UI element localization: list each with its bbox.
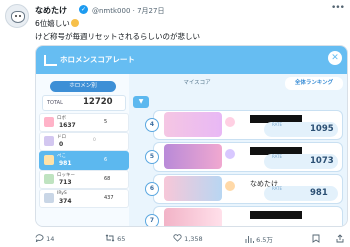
avatar[interactable]: [5, 4, 29, 28]
character-score: 1637: [59, 122, 76, 129]
total-label: TOTAL: [47, 100, 63, 106]
views-icon: [245, 236, 254, 243]
player-card-art: [164, 176, 222, 201]
like-button[interactable]: 1,358: [173, 234, 203, 243]
character-rank: 0: [93, 138, 96, 143]
tab-my-score: マイスコア: [183, 80, 211, 86]
character-name: IRyS: [57, 191, 67, 196]
reply-button[interactable]: 14: [35, 234, 54, 243]
character-name: ロッキー: [57, 173, 75, 178]
views-button[interactable]: 6.5万: [245, 234, 273, 244]
redacted-player-name: [250, 211, 302, 219]
character-row: ドロ 0 0: [39, 132, 129, 151]
character-rank: 6: [104, 157, 108, 163]
character-name: ぺこ: [57, 154, 66, 159]
view-count: 6.5万: [256, 236, 273, 244]
ranking-row: 5 RATE 1073: [145, 142, 343, 172]
tweet-text-line1: 6位嬉しい: [35, 18, 79, 29]
player-card-art: [164, 144, 222, 169]
bookmark-icon: [312, 234, 320, 243]
character-rank: 5: [104, 119, 108, 125]
character-score: 374: [59, 198, 72, 205]
avatar-face: [11, 11, 25, 23]
like-count: 1,358: [184, 235, 203, 243]
total-value: 12720: [83, 97, 113, 107]
player-card-art: [164, 208, 222, 226]
verified-badge-icon: ✓: [79, 5, 88, 14]
holomen-tab: ホロメン別: [50, 81, 116, 92]
character-row: ロッキー 713 68: [39, 170, 129, 189]
character-portrait: [44, 174, 54, 184]
tweet-actions: 14 65 1,358 6.5万: [35, 231, 350, 245]
rank-number: 4: [145, 118, 159, 132]
character-row: ロボ 1637 5: [39, 113, 129, 132]
rank-number: 6: [145, 182, 159, 196]
player-icon: [225, 117, 235, 127]
rate-label: RATE: [272, 154, 283, 159]
filter-icon: ▼: [133, 96, 149, 108]
game-header: ホロメンスコアレート ✕: [36, 46, 347, 74]
rate-value: 981: [310, 188, 328, 198]
character-name: ドロ: [57, 135, 66, 140]
attached-image[interactable]: ホロメンスコアレート ✕ ホロメン別 TOTAL 12720 ロボ 1637 5…: [35, 45, 348, 227]
ranking-row: 6 なめたけ RATE 981: [145, 174, 343, 204]
reply-count: 14: [46, 235, 55, 243]
character-portrait: [44, 155, 54, 165]
retweet-count: 65: [117, 235, 126, 243]
handle-and-date[interactable]: @nmtk000 · 7月27日: [92, 6, 164, 16]
retweet-button[interactable]: 65: [105, 234, 125, 243]
player-card-art: [164, 112, 222, 137]
bookmark-button[interactable]: [312, 234, 320, 244]
player-icon: [225, 149, 235, 159]
rate-label: RATE: [272, 122, 283, 127]
ranking-row: 7: [145, 206, 343, 226]
rate-value: 1095: [310, 124, 334, 134]
rate-value: 1073: [310, 156, 334, 166]
rank-number: 7: [145, 214, 159, 226]
character-panel: ホロメン別 TOTAL 12720 ロボ 1637 5 ドロ 0 0 ぺこ 98…: [36, 74, 129, 226]
character-portrait: [44, 136, 54, 146]
character-rank: 68: [104, 176, 111, 182]
rank-number: 5: [145, 150, 159, 164]
tweet-text-line2: けど称号が毎週リセットされるらしいのが悲しい: [35, 32, 200, 41]
more-options-icon[interactable]: •••: [331, 3, 345, 13]
character-score: 0: [59, 141, 64, 148]
character-rank: 437: [104, 195, 114, 201]
character-portrait: [44, 193, 54, 203]
total-score: TOTAL 12720: [42, 95, 126, 111]
character-name: ロボ: [57, 116, 66, 121]
share-button[interactable]: [336, 234, 344, 244]
heart-icon: [173, 234, 182, 242]
chart-icon: [44, 55, 57, 66]
character-row: IRyS 374 437: [39, 189, 129, 208]
share-icon: [336, 234, 344, 243]
tab-all-ranking: 全体ランキング: [285, 77, 343, 90]
character-score: 713: [59, 179, 72, 186]
player-icon: [225, 181, 235, 191]
rate-label: RATE: [272, 186, 283, 191]
character-score: 981: [59, 160, 72, 167]
ranking-row: 4 RATE 1095: [145, 110, 343, 140]
retweet-icon: [105, 234, 115, 242]
display-name[interactable]: なめたけ: [35, 5, 67, 16]
close-icon: ✕: [328, 51, 342, 65]
character-row-selected: ぺこ 981 6: [39, 151, 129, 170]
ranking-panel: マイスコア 全体ランキング ▼ 4 RATE 1095 5 RATE 1073 …: [129, 74, 347, 226]
smile-emoji-icon: [70, 19, 79, 27]
reply-icon: [35, 234, 44, 242]
game-header-title: ホロメンスコアレート: [60, 55, 135, 64]
character-portrait: [44, 117, 54, 127]
